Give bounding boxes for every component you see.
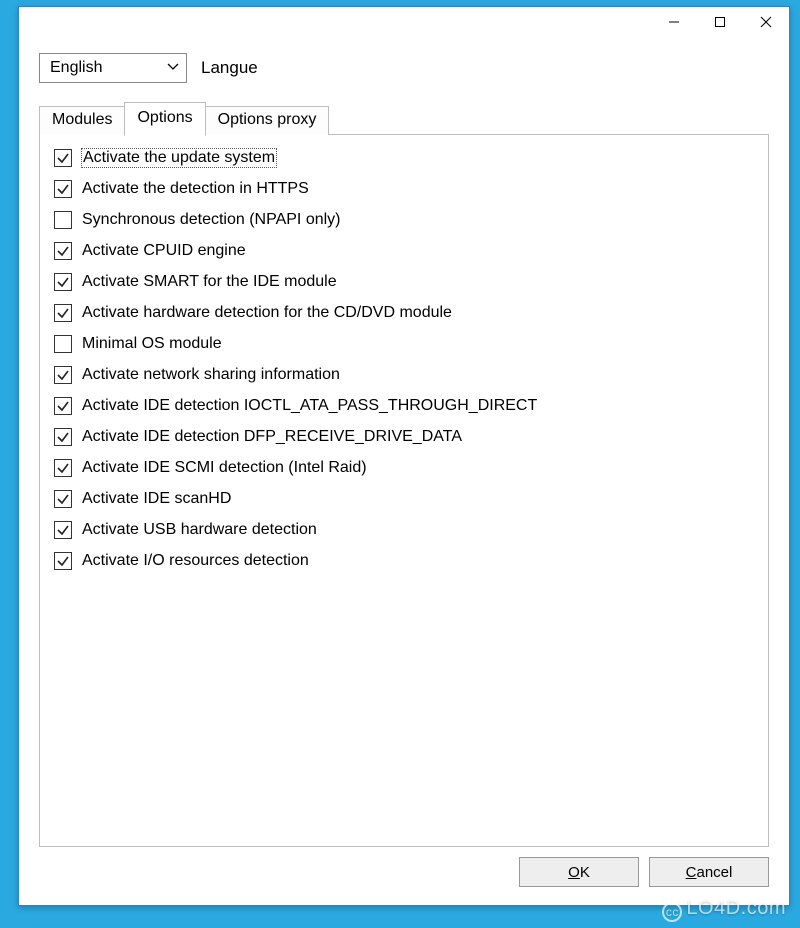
option-row: Activate the update system [54,149,754,167]
check-icon [56,523,70,537]
maximize-button[interactable] [697,7,743,37]
check-icon [56,399,70,413]
option-checkbox[interactable] [54,366,72,384]
option-checkbox[interactable] [54,428,72,446]
option-label[interactable]: Activate network sharing information [82,366,340,384]
maximize-icon [714,16,726,28]
option-row: Minimal OS module [54,335,754,353]
option-label[interactable]: Activate CPUID engine [82,242,246,260]
cancel-button[interactable]: Cancel [649,857,769,887]
ok-button-label: OK [568,864,590,881]
option-row: Activate network sharing information [54,366,754,384]
language-label: Langue [201,58,258,78]
option-row: Activate CPUID engine [54,242,754,260]
check-icon [56,368,70,382]
language-select[interactable]: English [39,53,187,83]
language-row: English Langue [39,53,769,83]
option-row: Activate USB hardware detection [54,521,754,539]
check-icon [56,275,70,289]
option-label[interactable]: Activate IDE detection IOCTL_ATA_PASS_TH… [82,397,537,415]
option-label[interactable]: Activate hardware detection for the CD/D… [82,304,452,322]
option-row: Activate IDE scanHD [54,490,754,508]
dialog-footer: OK Cancel [39,857,769,887]
check-icon [56,554,70,568]
option-label[interactable]: Minimal OS module [82,335,222,353]
option-row: Activate SMART for the IDE module [54,273,754,291]
option-checkbox[interactable] [54,304,72,322]
option-checkbox[interactable] [54,521,72,539]
check-icon [56,461,70,475]
check-icon [56,306,70,320]
chevron-down-icon [166,59,180,78]
option-label[interactable]: Activate SMART for the IDE module [82,273,337,291]
option-checkbox[interactable] [54,242,72,260]
option-row: Activate the detection in HTTPS [54,180,754,198]
option-row: Activate IDE detection IOCTL_ATA_PASS_TH… [54,397,754,415]
option-checkbox[interactable] [54,335,72,353]
option-checkbox[interactable] [54,149,72,167]
language-selected: English [50,59,102,77]
option-checkbox[interactable] [54,211,72,229]
close-icon [760,16,772,28]
option-label[interactable]: Synchronous detection (NPAPI only) [82,211,341,229]
check-icon [56,244,70,258]
option-label[interactable]: Activate IDE detection DFP_RECEIVE_DRIVE… [82,428,462,446]
close-button[interactable] [743,7,789,37]
option-checkbox[interactable] [54,180,72,198]
tab-modules[interactable]: Modules [39,106,125,135]
minimize-button[interactable] [651,7,697,37]
option-label[interactable]: Activate IDE scanHD [82,490,231,508]
option-label[interactable]: Activate IDE SCMI detection (Intel Raid) [82,459,367,477]
option-row: Activate hardware detection for the CD/D… [54,304,754,322]
option-label[interactable]: Activate the update system [82,149,276,167]
option-checkbox[interactable] [54,459,72,477]
tab-bar: ModulesOptionsOptions proxy [39,101,769,134]
watermark: ccLO4D.com [662,897,786,922]
option-row: Synchronous detection (NPAPI only) [54,211,754,229]
check-icon [56,182,70,196]
option-checkbox[interactable] [54,490,72,508]
titlebar [19,7,789,43]
tab-options[interactable]: Options [124,102,205,136]
option-checkbox[interactable] [54,273,72,291]
window-controls [651,7,789,37]
option-row: Activate IDE detection DFP_RECEIVE_DRIVE… [54,428,754,446]
ok-button[interactable]: OK [519,857,639,887]
tab-panel-options: Activate the update system Activate the d… [39,134,769,847]
option-row: Activate I/O resources detection [54,552,754,570]
option-label[interactable]: Activate I/O resources detection [82,552,309,570]
option-label[interactable]: Activate the detection in HTTPS [82,180,309,198]
option-row: Activate IDE SCMI detection (Intel Raid) [54,459,754,477]
options-dialog: English Langue ModulesOptionsOptions pro… [18,6,790,906]
option-checkbox[interactable] [54,397,72,415]
option-label[interactable]: Activate USB hardware detection [82,521,317,539]
check-icon [56,151,70,165]
cancel-button-label: Cancel [686,864,733,881]
check-icon [56,430,70,444]
check-icon [56,492,70,506]
tab-options-proxy[interactable]: Options proxy [205,106,330,135]
minimize-icon [668,16,680,28]
option-checkbox[interactable] [54,552,72,570]
copyright-icon: cc [662,902,682,922]
